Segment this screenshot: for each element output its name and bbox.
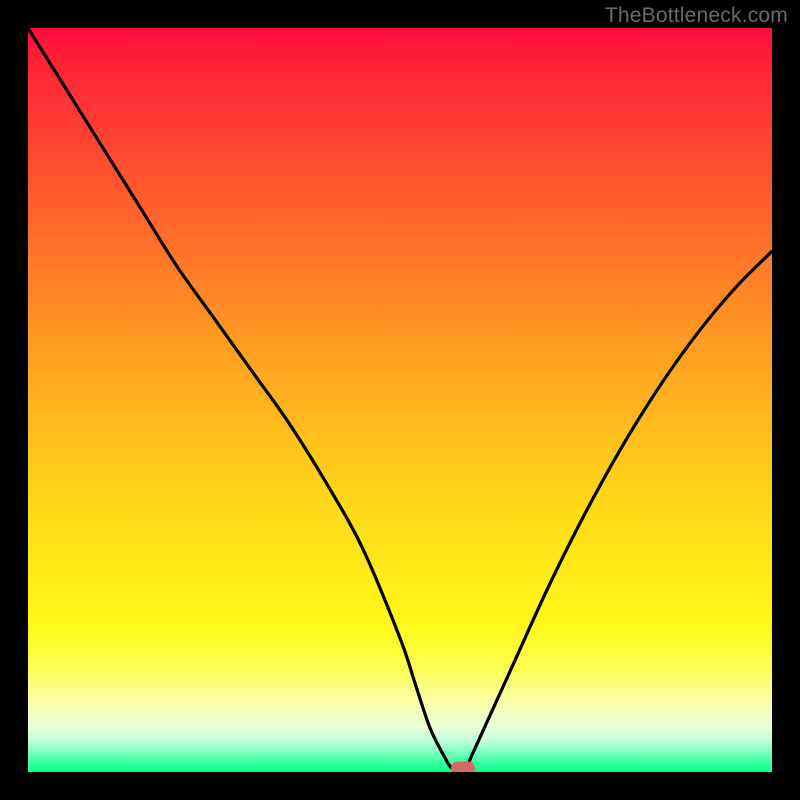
plot-area <box>28 28 772 772</box>
bottleneck-curve <box>28 28 772 772</box>
minimum-marker <box>451 762 475 773</box>
chart-frame: TheBottleneck.com <box>0 0 800 800</box>
watermark-text: TheBottleneck.com <box>605 4 788 28</box>
